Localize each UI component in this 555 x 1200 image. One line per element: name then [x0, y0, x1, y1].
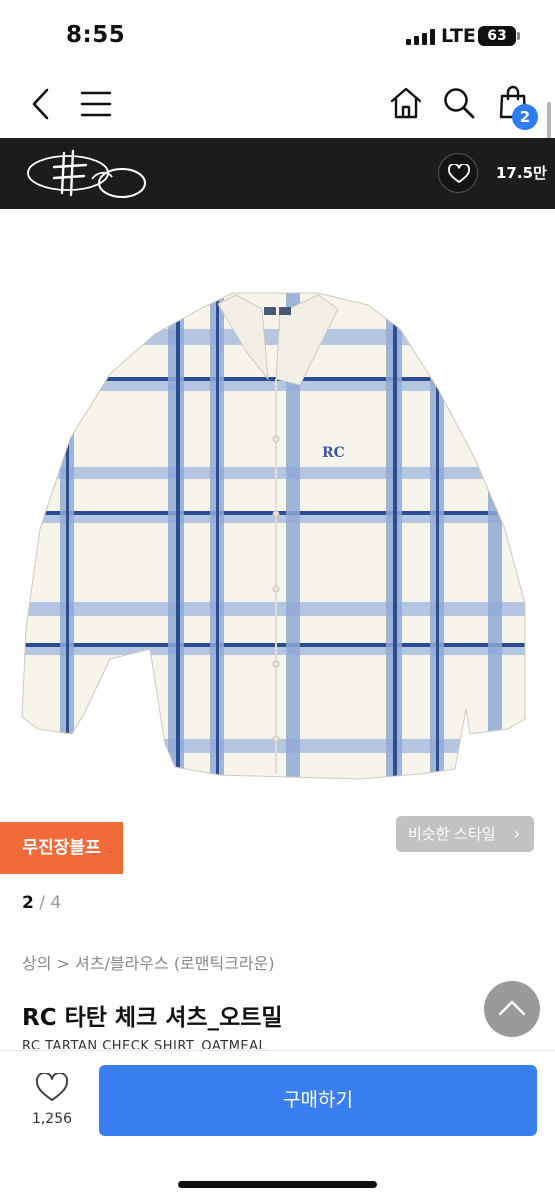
- hamburger-icon[interactable]: [80, 90, 112, 118]
- pager-current: 2: [22, 893, 34, 913]
- home-indicator: [178, 1181, 377, 1188]
- pager-total: 4: [50, 893, 62, 913]
- image-pager: 2 / 4: [22, 893, 61, 913]
- battery-tip: [517, 32, 520, 40]
- pager-separator: /: [39, 893, 45, 913]
- svg-text:RC: RC: [322, 445, 345, 461]
- heart-icon: [448, 164, 470, 183]
- product-title-english: RC TARTAN CHECK SHIRT_OATMEAL: [22, 1039, 267, 1049]
- similar-style-button[interactable]: 비슷한 스타일 ›: [396, 816, 534, 852]
- home-icon[interactable]: [389, 86, 423, 120]
- product-title: RC 타탄 체크 셔츠_오트밀: [22, 1005, 283, 1031]
- search-icon[interactable]: [442, 86, 476, 120]
- scroll-to-top-button[interactable]: [484, 981, 540, 1037]
- cart-count-badge: 2: [512, 104, 538, 130]
- network-label: LTE: [441, 25, 476, 47]
- chevron-left-icon[interactable]: [28, 87, 54, 121]
- wish-count: 1,256: [31, 1111, 73, 1127]
- category-breadcrumb[interactable]: 상의 > 셔츠/블라우스 (로맨틱크라운): [22, 950, 275, 974]
- chevron-up-icon: [498, 1000, 526, 1016]
- product-image[interactable]: RC: [0, 209, 555, 849]
- status-bar: 8:55 LTE 63: [0, 0, 555, 72]
- similar-style-label: 비슷한 스타일: [408, 825, 496, 843]
- brand-like-count: 17.5만: [496, 164, 547, 182]
- top-nav: [0, 72, 555, 138]
- promo-badge: 무진장블프: [0, 822, 123, 874]
- brand-like-button[interactable]: [438, 153, 478, 193]
- chevron-right-icon: ›: [513, 824, 520, 843]
- heart-icon[interactable]: [35, 1073, 69, 1103]
- status-time: 8:55: [66, 22, 126, 48]
- battery-icon: 63: [478, 26, 516, 46]
- brand-logo[interactable]: [26, 145, 151, 203]
- signal-icon: [406, 29, 436, 45]
- buy-button[interactable]: 구매하기: [99, 1065, 537, 1136]
